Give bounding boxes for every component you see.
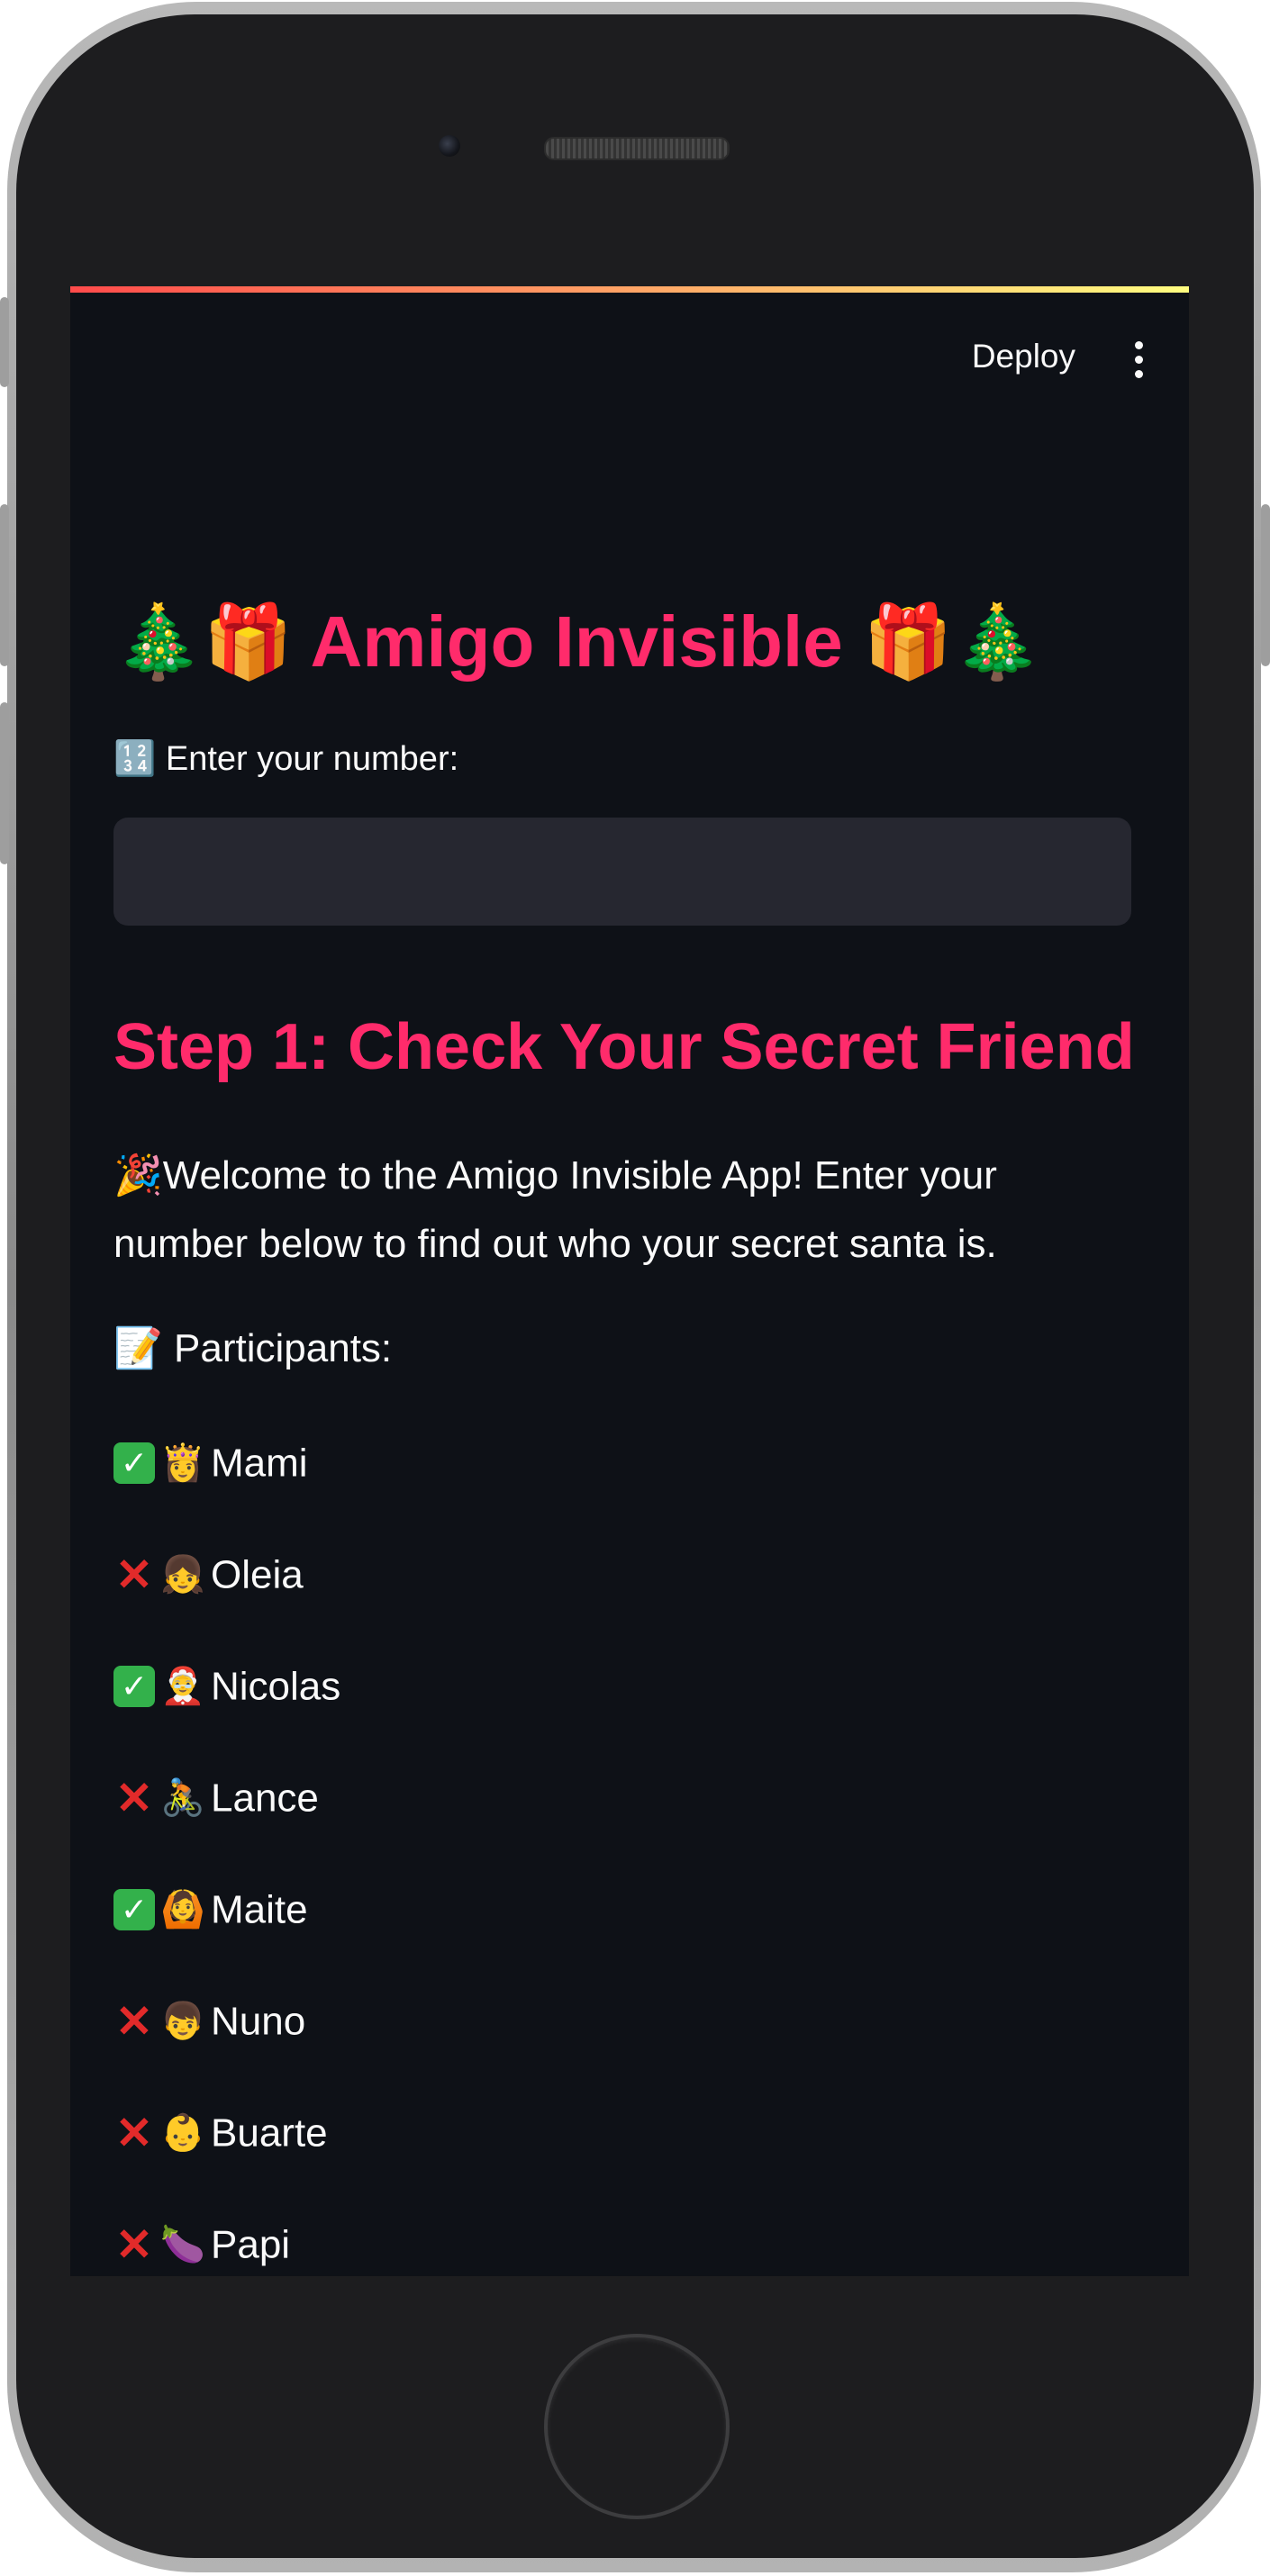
number-input-label-text: Enter your number: bbox=[165, 740, 459, 778]
gift-tree-icon: 🎁🎄 bbox=[862, 600, 1043, 683]
cross-icon: ✕ bbox=[115, 1550, 153, 1601]
number-input[interactable] bbox=[113, 818, 1131, 926]
number-input-label: 🔢 Enter your number: bbox=[113, 737, 458, 782]
phone-volume-down bbox=[0, 702, 9, 864]
avatar-icon: 🍆 bbox=[160, 2225, 205, 2265]
participant-name: Oleia bbox=[211, 1552, 304, 1597]
phone-power-button bbox=[1261, 504, 1270, 666]
check-icon: ✓ bbox=[113, 1889, 155, 1931]
welcome-text-body: Welcome to the Amigo Invisible App! Ente… bbox=[113, 1153, 997, 1266]
participant-name: Maite bbox=[211, 1887, 308, 1932]
deploy-button[interactable]: Deploy bbox=[972, 334, 1075, 379]
front-camera bbox=[439, 135, 460, 157]
step-heading: Step 1: Check Your Secret Friend bbox=[113, 1011, 1135, 1083]
check-icon: ✓ bbox=[113, 1666, 155, 1708]
avatar-icon: 🙆 bbox=[160, 1890, 205, 1930]
avatar-icon: 👧 bbox=[160, 1555, 205, 1595]
participant-item: ✕ 🚴 Lance bbox=[113, 1769, 319, 1823]
participant-name: Nuno bbox=[211, 1999, 306, 2044]
tree-gift-icon: 🎄🎁 bbox=[113, 600, 294, 683]
participant-item: ✕ 👦 Nuno bbox=[113, 1993, 305, 2047]
phone-volume-up bbox=[0, 504, 9, 666]
participant-name: Lance bbox=[211, 1776, 319, 1821]
earpiece-speaker bbox=[544, 137, 730, 160]
phone-mute-switch bbox=[0, 297, 9, 387]
participant-name: Papi bbox=[211, 2222, 291, 2267]
participant-item: ✓ 👸 Mami bbox=[113, 1434, 308, 1488]
avatar-icon: 👶 bbox=[160, 2113, 205, 2154]
main-menu-button[interactable] bbox=[1133, 341, 1144, 379]
more-vertical-icon-dot bbox=[1135, 370, 1143, 378]
participant-item: ✓ 🙆 Maite bbox=[113, 1881, 308, 1935]
cross-icon: ✕ bbox=[115, 1996, 153, 2047]
participant-name: Buarte bbox=[211, 2111, 328, 2156]
avatar-icon: 🤶 bbox=[160, 1667, 205, 1707]
avatar-icon: 👦 bbox=[160, 2002, 205, 2042]
avatar-icon: 👸 bbox=[160, 1443, 205, 1484]
participant-name: Nicolas bbox=[211, 1664, 341, 1709]
check-icon: ✓ bbox=[113, 1442, 155, 1485]
participant-item: ✕ 🍆 Papi bbox=[113, 2216, 290, 2270]
cross-icon: ✕ bbox=[115, 2108, 153, 2159]
participant-name: Mami bbox=[211, 1441, 308, 1486]
cross-icon: ✕ bbox=[115, 2219, 153, 2271]
participant-item: ✕ 👶 Buarte bbox=[113, 2104, 328, 2158]
participants-label-text: Participants: bbox=[174, 1326, 393, 1370]
party-popper-icon: 🎉 bbox=[113, 1153, 163, 1198]
header-decoration-bar bbox=[70, 286, 1189, 293]
avatar-icon: 🚴 bbox=[160, 1778, 205, 1819]
home-button[interactable] bbox=[544, 2334, 730, 2519]
page-title: 🎄🎁 Amigo Invisible 🎁🎄 bbox=[113, 597, 1042, 687]
page-title-text: Amigo Invisible bbox=[310, 601, 843, 682]
participant-item: ✕ 👧 Oleia bbox=[113, 1546, 304, 1600]
numbers-icon: 🔢 bbox=[113, 740, 157, 778]
more-vertical-icon-dot bbox=[1135, 356, 1143, 364]
cross-icon: ✕ bbox=[115, 1773, 153, 1824]
memo-icon: 📝 bbox=[113, 1326, 163, 1370]
participant-item: ✓ 🤶 Nicolas bbox=[113, 1658, 340, 1712]
app-screen: Deploy 🎄🎁 Amigo Invisible 🎁🎄 🔢 Enter you… bbox=[70, 286, 1189, 2276]
participants-label: 📝 Participants: bbox=[113, 1322, 392, 1376]
more-vertical-icon bbox=[1135, 341, 1143, 349]
welcome-text: 🎉Welcome to the Amigo Invisible App! Ent… bbox=[113, 1142, 1131, 1279]
toolbar: Deploy bbox=[70, 293, 1189, 378]
